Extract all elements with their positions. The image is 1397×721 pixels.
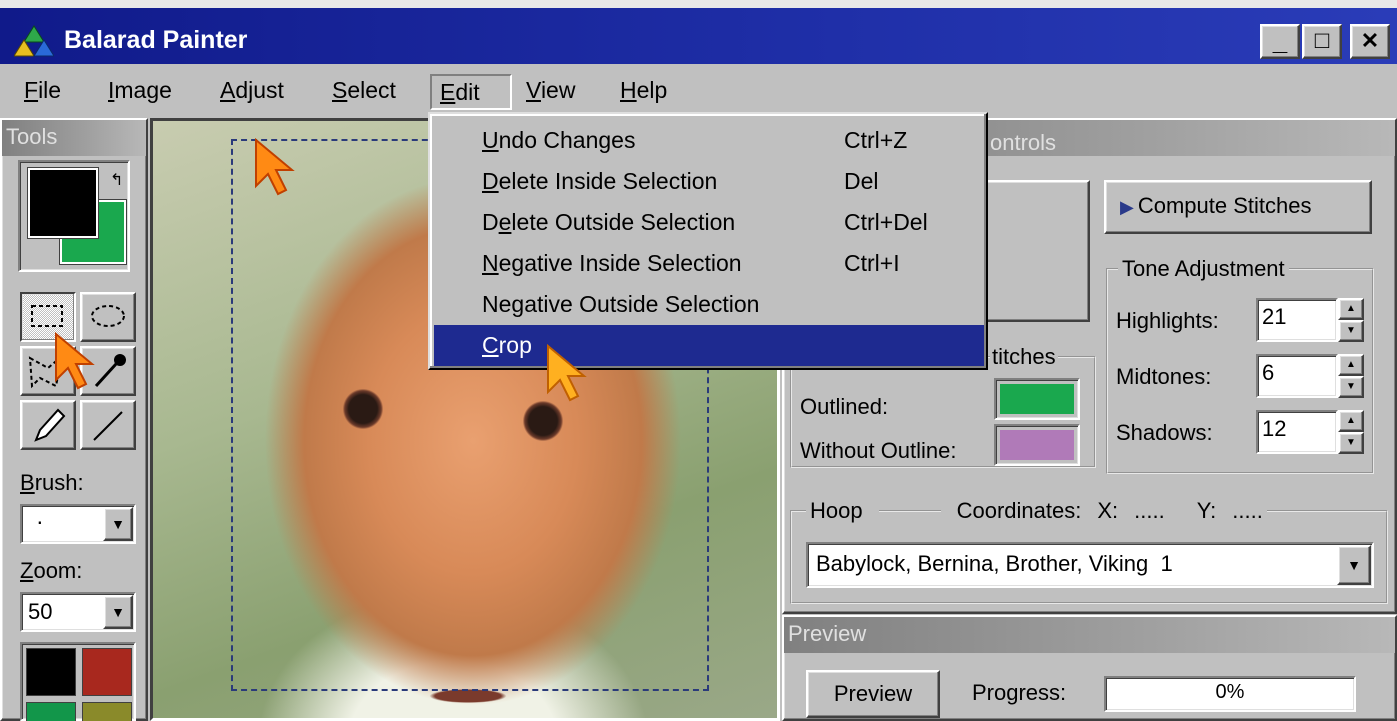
menu-view[interactable]: View	[518, 74, 583, 110]
preview-caption: Preview	[784, 617, 1395, 653]
edit-menu-dropdown: Undo Changes Ctrl+Z Delete Inside Selecti…	[428, 112, 988, 370]
zoom-select-value: 50	[28, 599, 53, 624]
spin-down-icon[interactable]: ▼	[1338, 376, 1364, 398]
without-outline-color-swatch[interactable]	[994, 424, 1080, 466]
shadows-label: Shadows:	[1116, 420, 1213, 445]
pointer-cursor-icon	[55, 331, 95, 390]
color-palette	[20, 642, 136, 721]
progress-bar: 0%	[1104, 676, 1356, 712]
shadows-spinner[interactable]: ▲ ▼	[1338, 410, 1364, 454]
highlights-spinner[interactable]: ▲ ▼	[1338, 298, 1364, 342]
highlights-label: Highlights:	[1116, 308, 1219, 333]
pencil-icon	[34, 408, 66, 442]
outlined-label: Outlined:	[800, 394, 889, 419]
menu-item-negative-inside-selection[interactable]: Negative Inside Selection Ctrl+I	[434, 243, 984, 284]
compute-stitches-button[interactable]: ▶ Compute Stitches	[1104, 180, 1372, 234]
brush-select[interactable]: · ▼	[20, 504, 136, 544]
menu-item-crop[interactable]: Crop	[434, 325, 984, 366]
progress-text: 0%	[1215, 681, 1245, 703]
line-tool[interactable]	[80, 400, 136, 450]
hoop-select[interactable]: Babylock, Bernina, Brother, Viking 1 ▼	[806, 542, 1374, 588]
menu-item-negative-outside-selection[interactable]: Negative Outside Selection	[434, 284, 984, 325]
preview-button[interactable]: Preview	[806, 670, 940, 718]
without-outline-label: Without Outline:	[800, 438, 957, 463]
window-title: Balarad Painter	[64, 26, 248, 54]
maximize-button[interactable]: □	[1302, 24, 1342, 59]
pointer-cursor-icon	[547, 343, 587, 402]
close-button[interactable]: ✕	[1350, 24, 1390, 59]
line-icon	[93, 411, 123, 441]
chevron-down-icon[interactable]: ▼	[103, 507, 133, 541]
brush-select-value: ·	[36, 508, 44, 534]
menu-item-delete-inside-selection[interactable]: Delete Inside Selection Del	[434, 161, 984, 202]
foreground-color-swatch[interactable]	[27, 167, 99, 239]
chevron-down-icon[interactable]: ▼	[103, 595, 133, 629]
palette-swatch[interactable]	[26, 702, 76, 721]
minimize-button[interactable]: _	[1260, 24, 1300, 59]
chevron-down-icon[interactable]: ▼	[1337, 545, 1371, 585]
highlights-input[interactable]: 21	[1256, 298, 1338, 342]
spin-up-icon[interactable]: ▲	[1338, 354, 1364, 376]
hoop-label: Hoop	[810, 498, 863, 523]
zoom-label: Zoom:	[20, 558, 83, 583]
tone-adjustment-legend: Tone Adjustment	[1118, 256, 1289, 282]
menu-item-undo-changes[interactable]: Undo Changes Ctrl+Z	[434, 120, 984, 161]
zoom-select[interactable]: 50 ▼	[20, 592, 136, 632]
menu-item-delete-outside-selection[interactable]: Delete Outside Selection Ctrl+Del	[434, 202, 984, 243]
menu-file[interactable]: File	[16, 74, 69, 110]
spin-up-icon[interactable]: ▲	[1338, 410, 1364, 432]
legend-divider	[878, 510, 941, 524]
menu-adjust[interactable]: Adjust	[212, 74, 292, 110]
spin-up-icon[interactable]: ▲	[1338, 298, 1364, 320]
y-label: Y:	[1196, 498, 1217, 523]
midtones-spinner[interactable]: ▲ ▼	[1338, 354, 1364, 398]
pencil-tool[interactable]	[20, 400, 76, 450]
x-value: .....	[1134, 498, 1165, 523]
hoop-legend: Hoop Coordinates: X: ..... Y: .....	[806, 498, 1267, 524]
spin-down-icon[interactable]: ▼	[1338, 432, 1364, 454]
app-logo-icon	[14, 25, 54, 57]
menu-select[interactable]: Select	[324, 74, 404, 110]
hoop-select-value: Babylock, Bernina, Brother, Viking 1	[816, 551, 1173, 576]
outlined-color-swatch[interactable]	[994, 378, 1080, 420]
spin-down-icon[interactable]: ▼	[1338, 320, 1364, 342]
stitches-legend: titches	[990, 344, 1058, 370]
palette-swatch[interactable]	[26, 648, 76, 696]
menu-help[interactable]: Help	[612, 74, 675, 110]
x-label: X:	[1097, 498, 1119, 523]
menu-image[interactable]: Image	[100, 74, 180, 110]
palette-swatch[interactable]	[82, 702, 132, 721]
palette-swatch[interactable]	[82, 648, 132, 696]
menu-bar	[0, 64, 1397, 116]
progress-label: Progress:	[972, 680, 1067, 705]
midtones-label: Midtones:	[1116, 364, 1212, 389]
swap-colors-icon[interactable]: ↰	[110, 170, 123, 190]
pointer-cursor-icon	[255, 137, 295, 196]
play-icon: ▶	[1120, 197, 1134, 217]
shadows-input[interactable]: 12	[1256, 410, 1338, 454]
tools-caption: Tools	[2, 120, 146, 156]
midtones-input[interactable]: 6	[1256, 354, 1338, 398]
brush-label: Brush:	[20, 470, 84, 495]
y-value: .....	[1232, 498, 1263, 523]
coordinates-label: Coordinates:	[956, 498, 1082, 523]
menu-edit[interactable]: Edit	[430, 74, 512, 110]
